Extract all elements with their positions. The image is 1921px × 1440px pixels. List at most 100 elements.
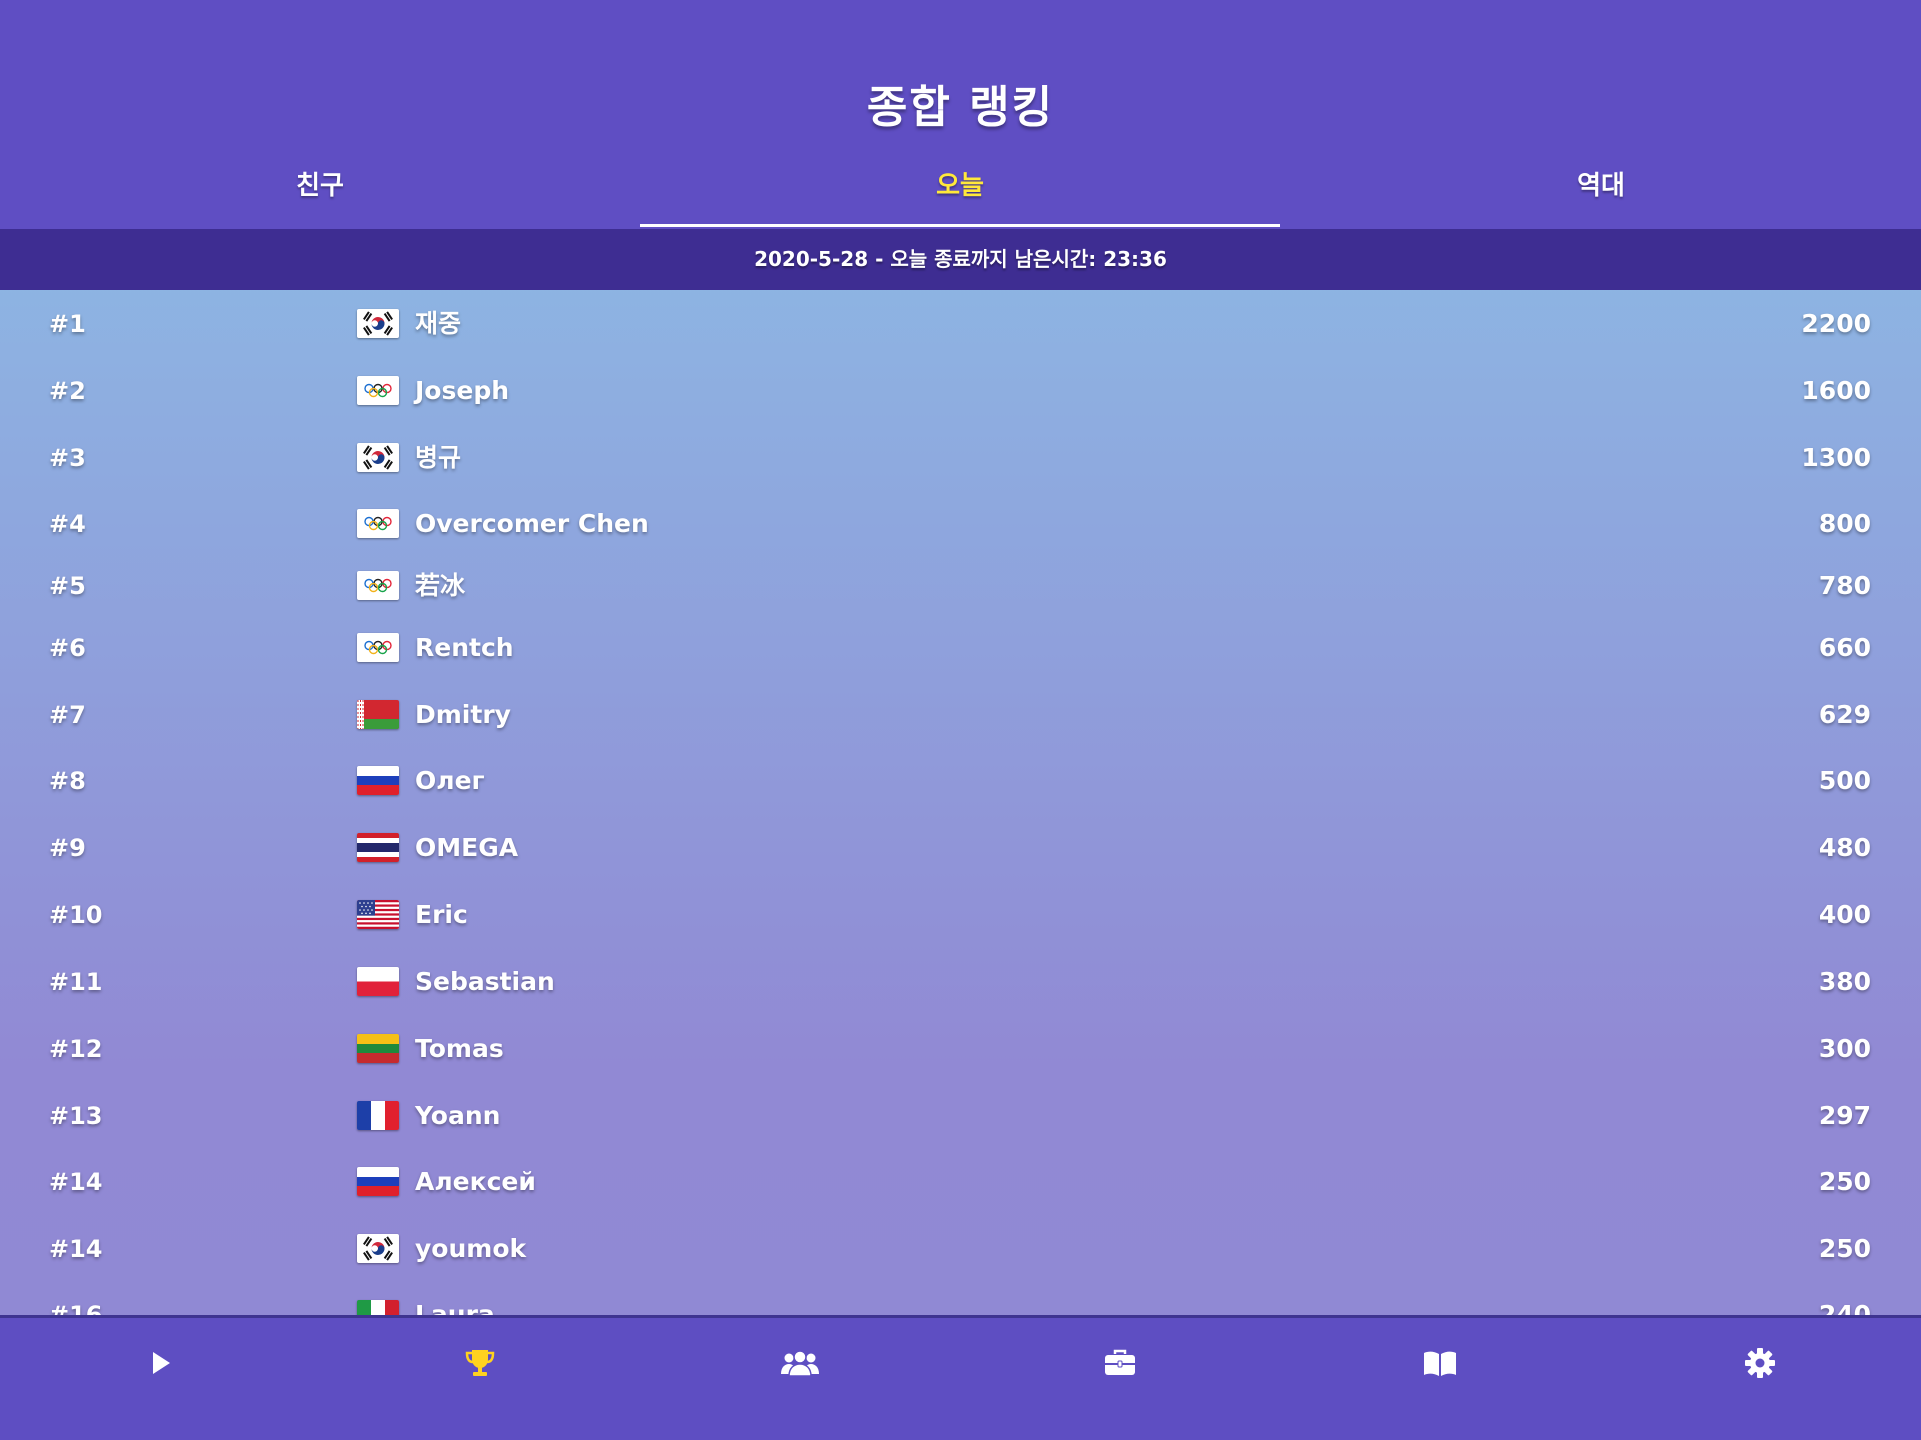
table-row[interactable]: #12 Tomas 300	[0, 1019, 1921, 1079]
player-score: 629	[1818, 700, 1871, 729]
nav-play-button[interactable]	[0, 1318, 320, 1408]
player-score: 660	[1818, 633, 1871, 662]
table-row[interactable]: #8 Олег 500	[0, 751, 1921, 811]
country-flag	[357, 900, 399, 929]
player-score: 400	[1818, 900, 1871, 929]
rank-number: #11	[49, 968, 103, 996]
rank-number: #2	[49, 377, 86, 405]
table-row[interactable]: #7 Dmitry 629	[0, 685, 1921, 745]
flag-it-icon	[357, 1300, 399, 1315]
country-flag	[357, 509, 399, 538]
tab-label: 친구	[296, 171, 344, 201]
flag-olympic-icon	[357, 376, 399, 405]
player-name: Overcomer Chen	[415, 509, 649, 538]
player-name: Laura	[415, 1300, 495, 1315]
player-name: Tomas	[415, 1034, 504, 1063]
flag-olympic-icon	[357, 633, 399, 662]
tab-friends[interactable]: 친구	[0, 165, 640, 229]
flag-th-icon	[357, 833, 399, 862]
table-row[interactable]: #3 병규 1300	[0, 428, 1921, 488]
trophy-icon	[465, 1350, 495, 1376]
player-name: Sebastian	[415, 967, 555, 996]
country-flag	[357, 1167, 399, 1196]
users-icon	[781, 1350, 819, 1377]
nav-guide-button[interactable]	[1280, 1318, 1600, 1408]
tab-label: 역대	[1577, 171, 1625, 201]
table-row[interactable]: #10 Eric 400	[0, 885, 1921, 945]
flag-kr-icon	[357, 309, 399, 338]
table-row[interactable]: #16 Laura 240	[0, 1285, 1921, 1315]
country-flag	[357, 633, 399, 662]
country-flag	[357, 1034, 399, 1063]
active-tab-underline	[640, 224, 1280, 227]
player-score: 2200	[1801, 309, 1871, 338]
country-flag	[357, 1300, 399, 1315]
player-score: 250	[1818, 1234, 1871, 1263]
rank-number: #10	[49, 901, 103, 929]
rank-number: #8	[49, 767, 86, 795]
flag-lt-icon	[357, 1034, 399, 1063]
player-name: Алексей	[415, 1167, 536, 1196]
player-name: 若冰	[415, 571, 466, 600]
rank-number: #6	[49, 634, 86, 662]
flag-ru-icon	[357, 766, 399, 795]
gear-icon	[1745, 1348, 1775, 1378]
nav-ranking-button[interactable]	[320, 1318, 640, 1408]
table-row[interactable]: #11 Sebastian 380	[0, 952, 1921, 1012]
country-flag	[357, 309, 399, 338]
ranking-list[interactable]: #1 재중 2200 #2 Joseph 1600 #3 병규 1300 #4 Overcomer …	[0, 290, 1921, 1315]
rank-number: #7	[49, 701, 86, 729]
page-title: 종합 랭킹	[866, 82, 1055, 133]
player-score: 380	[1818, 967, 1871, 996]
player-name: 병규	[415, 443, 462, 472]
flag-olympic-icon	[357, 509, 399, 538]
country-flag	[357, 766, 399, 795]
player-name: 재중	[415, 309, 462, 338]
country-flag	[357, 443, 399, 472]
player-score: 1600	[1801, 376, 1871, 405]
table-row[interactable]: #2 Joseph 1600	[0, 361, 1921, 421]
rank-number: #13	[49, 1102, 103, 1130]
rank-number: #12	[49, 1035, 103, 1063]
rank-number: #9	[49, 834, 86, 862]
flag-ru-icon	[357, 1167, 399, 1196]
player-name: Joseph	[415, 376, 510, 405]
country-flag	[357, 833, 399, 862]
nav-settings-button[interactable]	[1600, 1318, 1920, 1408]
flag-us-icon	[357, 900, 399, 929]
tab-label: 오늘	[936, 171, 984, 201]
rank-number: #5	[49, 572, 86, 600]
nav-friends-button[interactable]	[640, 1318, 960, 1408]
table-row[interactable]: #14 youmok 250	[0, 1219, 1921, 1279]
book-icon	[1424, 1351, 1456, 1376]
player-name: Олег	[415, 766, 485, 795]
player-name: Yoann	[415, 1101, 501, 1130]
country-flag	[357, 1101, 399, 1130]
table-row[interactable]: #1 재중 2200	[0, 294, 1921, 354]
player-score: 780	[1818, 571, 1871, 600]
table-row[interactable]: #4 Overcomer Chen 800	[0, 494, 1921, 554]
country-flag	[357, 571, 399, 600]
table-row[interactable]: #13 Yoann 297	[0, 1086, 1921, 1146]
country-flag	[357, 1234, 399, 1263]
table-row[interactable]: #14 Алексей 250	[0, 1152, 1921, 1212]
rank-number: #14	[49, 1168, 103, 1196]
nav-shop-button[interactable]	[960, 1318, 1280, 1408]
player-score: 240	[1818, 1300, 1871, 1315]
player-score: 250	[1818, 1167, 1871, 1196]
rank-number: #16	[49, 1301, 103, 1315]
country-flag	[357, 967, 399, 996]
player-name: youmok	[415, 1234, 527, 1263]
player-score: 1300	[1801, 443, 1871, 472]
table-row[interactable]: #6 Rentch 660	[0, 618, 1921, 678]
countdown-banner: 2020-5-28 - 오늘 종료까지 남은시간: 23:36	[0, 229, 1921, 290]
player-score: 297	[1818, 1101, 1871, 1130]
tab-alltime[interactable]: 역대	[1281, 165, 1921, 229]
rank-number: #14	[49, 1235, 103, 1263]
player-name: Eric	[415, 900, 468, 929]
tab-today[interactable]: 오늘	[640, 165, 1280, 229]
table-row[interactable]: #9 OMEGA 480	[0, 818, 1921, 878]
rank-number: #3	[49, 444, 86, 472]
table-row[interactable]: #5 若冰 780	[0, 556, 1921, 616]
flag-kr-icon	[357, 443, 399, 472]
